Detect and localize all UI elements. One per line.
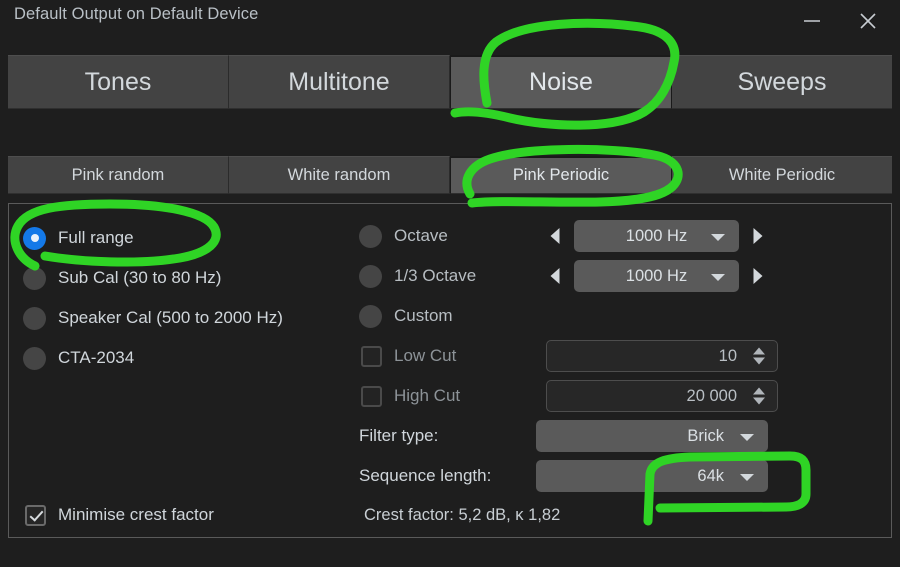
low-cut-spinbox[interactable]: 10 [546,340,778,372]
tab-label: Multitone [288,68,389,97]
radio-label: CTA-2034 [58,348,134,368]
tab-label: Tones [85,68,152,97]
chevron-down-icon [711,234,725,241]
radio-row-cta-2034[interactable]: CTA-2034 [23,338,353,378]
triangle-right-icon [754,268,763,284]
spinbox-value: 10 [719,347,737,366]
row-octave: Octave 1000 Hz [359,216,779,256]
noise-generator-window: Default Output on Default Device Tones M… [0,0,900,567]
noise-type-tab-bar: Pink random White random Pink Periodic W… [8,156,892,194]
tab-label: Pink Periodic [513,166,609,185]
row-low-cut: Low Cut 10 [359,336,779,376]
close-icon [857,10,879,32]
chevron-down-icon [740,474,754,481]
checkbox-low-cut[interactable] [361,346,382,367]
row-third-octave: 1/3 Octave 1000 Hz [359,256,779,296]
high-cut-spinbox[interactable]: 20 000 [546,380,778,412]
tab-label: White Periodic [729,166,835,185]
checkbox-minimise-crest-factor[interactable] [25,505,46,526]
radio-sub-cal[interactable] [23,267,46,290]
checkbox-high-cut[interactable] [361,386,382,407]
checkbox-label: Minimise crest factor [58,505,214,525]
filter-type-label: Filter type: [359,426,536,446]
row-custom: Custom [359,296,779,336]
radio-row-speaker-cal[interactable]: Speaker Cal (500 to 2000 Hz) [23,298,353,338]
combo-value: 1000 Hz [626,227,687,246]
tab-label: Sweeps [738,68,827,97]
filter-type-combo[interactable]: Brick [536,420,768,452]
spinbox-stepper[interactable] [753,348,765,365]
third-octave-next-button[interactable] [747,261,769,291]
octave-prev-button[interactable] [544,221,566,251]
combo-value: 1000 Hz [626,267,687,286]
tab-label: White random [288,166,391,185]
third-octave-frequency-combo[interactable]: 1000 Hz [574,260,739,292]
triangle-down-icon [753,398,765,405]
main-tab-bar: Tones Multitone Noise Sweeps [8,55,892,109]
tab-pink-periodic[interactable]: Pink Periodic [450,156,672,194]
band-and-filter-controls: Octave 1000 Hz 1/3 Octave 1000 Hz [359,216,779,496]
title-bar: Default Output on Default Device [0,0,900,45]
triangle-down-icon [753,358,765,365]
tab-white-periodic[interactable]: White Periodic [672,156,892,194]
sequence-length-label: Sequence length: [359,466,536,486]
tab-white-random[interactable]: White random [229,156,450,194]
radio-label: Sub Cal (30 to 80 Hz) [58,268,221,288]
close-button[interactable] [844,0,892,42]
window-title: Default Output on Default Device [14,5,258,24]
row-filter-type: Filter type: Brick [359,416,779,456]
radio-third-octave[interactable] [359,265,382,288]
combo-value: Brick [687,427,724,446]
radio-speaker-cal[interactable] [23,307,46,330]
third-octave-prev-button[interactable] [544,261,566,291]
octave-frequency-combo[interactable]: 1000 Hz [574,220,739,252]
row-high-cut: High Cut 20 000 [359,376,779,416]
spinbox-stepper[interactable] [753,388,765,405]
tab-multitone[interactable]: Multitone [229,55,450,109]
radio-cta-2034[interactable] [23,347,46,370]
sequence-length-combo[interactable]: 64k [536,460,768,492]
tab-noise[interactable]: Noise [450,55,672,109]
minimize-button[interactable] [788,0,836,42]
crest-factor-status: Crest factor: 5,2 dB, κ 1,82 [364,506,560,525]
spinbox-value: 20 000 [687,387,737,406]
radio-row-full-range[interactable]: Full range [23,218,353,258]
triangle-left-icon [551,228,560,244]
combo-value: 64k [697,467,724,486]
range-radio-group: Full range Sub Cal (30 to 80 Hz) Speaker… [23,218,353,378]
checkbox-label: Low Cut [394,346,546,366]
triangle-up-icon [753,348,765,355]
radio-label: Octave [394,226,544,246]
triangle-left-icon [551,268,560,284]
radio-custom[interactable] [359,305,382,328]
chevron-down-icon [740,434,754,441]
tab-label: Pink random [72,166,165,185]
checkbox-label: High Cut [394,386,546,406]
tab-sweeps[interactable]: Sweeps [672,55,892,109]
triangle-up-icon [753,388,765,395]
radio-label: Custom [394,306,453,326]
tab-pink-random[interactable]: Pink random [8,156,229,194]
radio-row-sub-cal[interactable]: Sub Cal (30 to 80 Hz) [23,258,353,298]
minimize-icon [801,14,823,28]
radio-full-range[interactable] [23,227,46,250]
octave-next-button[interactable] [747,221,769,251]
triangle-right-icon [754,228,763,244]
radio-label: Speaker Cal (500 to 2000 Hz) [58,308,283,328]
noise-settings-panel: Full range Sub Cal (30 to 80 Hz) Speaker… [8,203,892,538]
radio-label: Full range [58,228,134,248]
row-minimise-crest-factor: Minimise crest factor [25,500,214,530]
chevron-down-icon [711,274,725,281]
radio-octave[interactable] [359,225,382,248]
tab-label: Noise [529,68,593,97]
radio-label: 1/3 Octave [394,266,544,286]
row-sequence-length: Sequence length: 64k [359,456,779,496]
tab-tones[interactable]: Tones [8,55,229,109]
